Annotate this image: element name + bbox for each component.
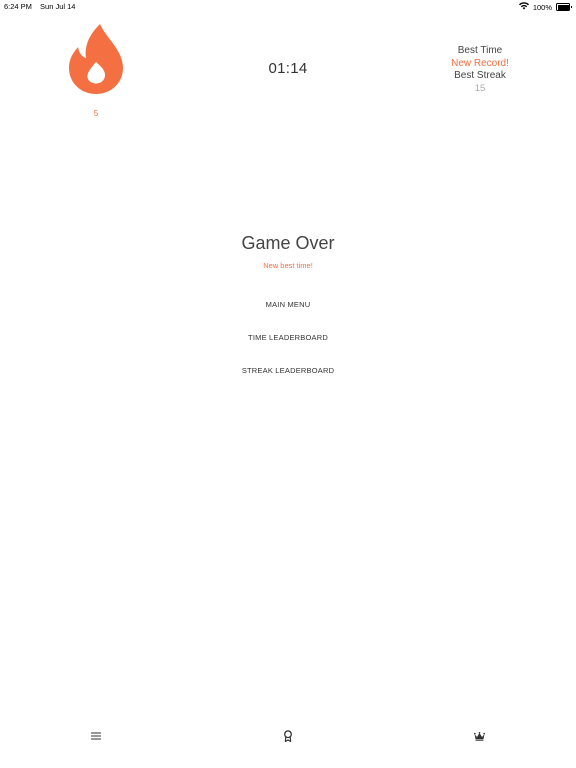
status-date: Sun Jul 14 (40, 2, 76, 11)
game-over-subtitle: New best time! (263, 261, 313, 270)
wifi-icon (518, 2, 529, 12)
best-time-value: New Record! (451, 57, 509, 69)
award-icon[interactable] (280, 728, 296, 744)
flame-icon (66, 22, 126, 96)
status-right: 100% (518, 2, 572, 12)
crown-icon[interactable] (471, 728, 487, 744)
status-left: 6:24 PM Sun Jul 14 (4, 2, 75, 11)
best-streak-value: 15 (474, 82, 486, 94)
best-time-label: Best Time (457, 45, 503, 56)
battery-percent: 100% (532, 2, 552, 12)
status-bar: 6:24 PM Sun Jul 14 100% (0, 0, 576, 12)
status-time: 6:24 PM (4, 2, 32, 11)
stats-panel: Best Time New Record! Best Streak 15 (400, 45, 560, 95)
best-streak-label: Best Streak (454, 70, 506, 81)
streak-leaderboard-button[interactable]: STREAK LEADERBOARD (234, 362, 342, 379)
menu-icon[interactable] (88, 728, 104, 744)
main-menu-button[interactable]: MAIN MENU (258, 296, 319, 313)
tab-bar (0, 708, 576, 768)
streak-count: 5 (93, 109, 99, 118)
time-leaderboard-button[interactable]: TIME LEADERBOARD (240, 329, 336, 346)
game-over-title: Game Over (241, 233, 335, 253)
battery-icon (556, 3, 572, 11)
